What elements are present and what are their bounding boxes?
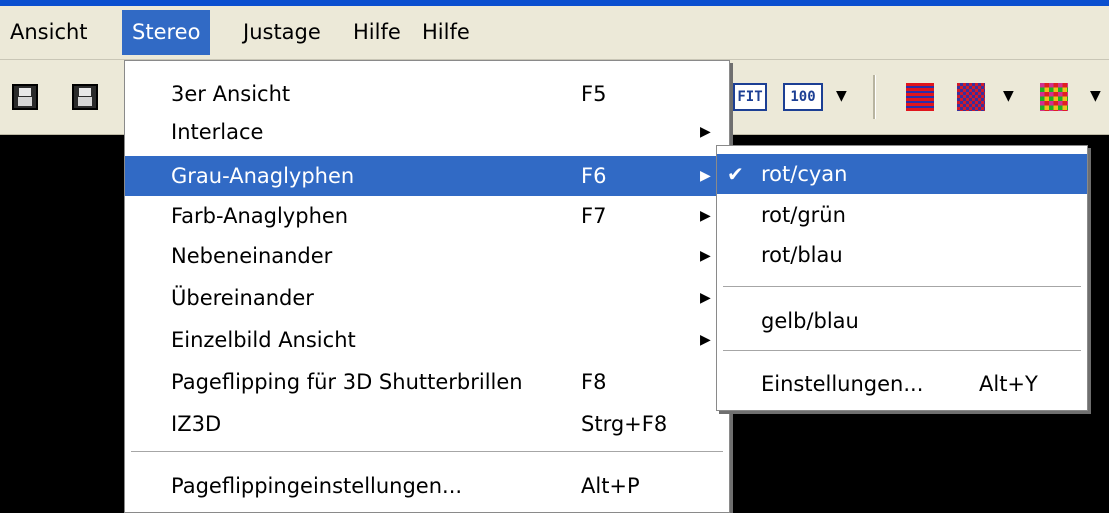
- submenu-item-gelb-blau[interactable]: gelb/blau: [717, 301, 1087, 341]
- submenu-arrow-icon: ▶: [700, 290, 711, 306]
- menu-hilfe-2[interactable]: Hilfe: [412, 10, 480, 55]
- menu-bar: Ansicht Stereo Justage Hilfe Hilfe: [0, 6, 1109, 60]
- menu-item-uebereinander[interactable]: Übereinander ▶: [125, 279, 729, 317]
- checkmark-icon: ✔: [727, 162, 744, 186]
- menu-item-3er-ansicht[interactable]: 3er Ansicht F5: [125, 75, 729, 113]
- menu-separator: [723, 350, 1081, 352]
- menu-separator: [131, 451, 723, 453]
- menu-item-pageflippingeinstellungen[interactable]: Pageflippingeinstellungen... Alt+P: [125, 466, 729, 506]
- zoom-100-icon[interactable]: 100: [783, 83, 823, 111]
- color-pattern-icon[interactable]: [1040, 83, 1068, 111]
- menu-item-pageflipping-shutterbrillen[interactable]: Pageflipping für 3D Shutterbrillen F8: [125, 362, 729, 402]
- menu-stereo[interactable]: Stereo: [122, 10, 211, 55]
- chevron-down-icon[interactable]: ▼: [836, 88, 847, 104]
- submenu-item-rot-blau[interactable]: rot/blau: [717, 236, 1087, 274]
- submenu-arrow-icon: ▶: [700, 332, 711, 348]
- submenu-item-rot-gruen[interactable]: rot/grün: [717, 196, 1087, 234]
- toolbar-separator: [873, 75, 876, 119]
- menu-item-nebeneinander[interactable]: Nebeneinander ▶: [125, 237, 729, 275]
- anaglyph-submenu: ✔ rot/cyan rot/grün rot/blau gelb/blau E…: [716, 145, 1088, 411]
- stereo-menu: 3er Ansicht F5 Interlace ▶ Grau-Anaglyph…: [124, 60, 730, 513]
- submenu-arrow-icon: ▶: [700, 168, 711, 184]
- menu-item-farb-anaglyphen[interactable]: Farb-Anaglyphen F7 ▶: [125, 197, 729, 235]
- menu-justage[interactable]: Justage: [233, 10, 331, 55]
- chevron-down-icon[interactable]: ▼: [1003, 88, 1014, 104]
- submenu-arrow-icon: ▶: [700, 248, 711, 264]
- save-all-icon[interactable]: [72, 84, 98, 110]
- menu-item-grau-anaglyphen[interactable]: Grau-Anaglyphen F6 ▶: [125, 156, 729, 196]
- menu-item-einzelbild-ansicht[interactable]: Einzelbild Ansicht ▶: [125, 321, 729, 359]
- chevron-down-icon[interactable]: ▼: [1090, 88, 1101, 104]
- save-icon[interactable]: [12, 84, 38, 110]
- interlace-pattern-icon[interactable]: [906, 83, 934, 111]
- submenu-arrow-icon: ▶: [700, 208, 711, 224]
- menu-hilfe[interactable]: Hilfe: [343, 10, 411, 55]
- menu-item-interlace[interactable]: Interlace ▶: [125, 113, 729, 151]
- fit-icon[interactable]: FIT: [733, 83, 767, 111]
- submenu-arrow-icon: ▶: [700, 124, 711, 140]
- submenu-item-rot-cyan[interactable]: ✔ rot/cyan: [717, 154, 1087, 194]
- menu-item-iz3d[interactable]: IZ3D Strg+F8: [125, 404, 729, 444]
- menu-ansicht[interactable]: Ansicht: [0, 10, 98, 55]
- menu-separator: [723, 286, 1081, 288]
- submenu-item-einstellungen[interactable]: Einstellungen... Alt+Y: [717, 364, 1087, 404]
- checker-pattern-icon[interactable]: [957, 83, 985, 111]
